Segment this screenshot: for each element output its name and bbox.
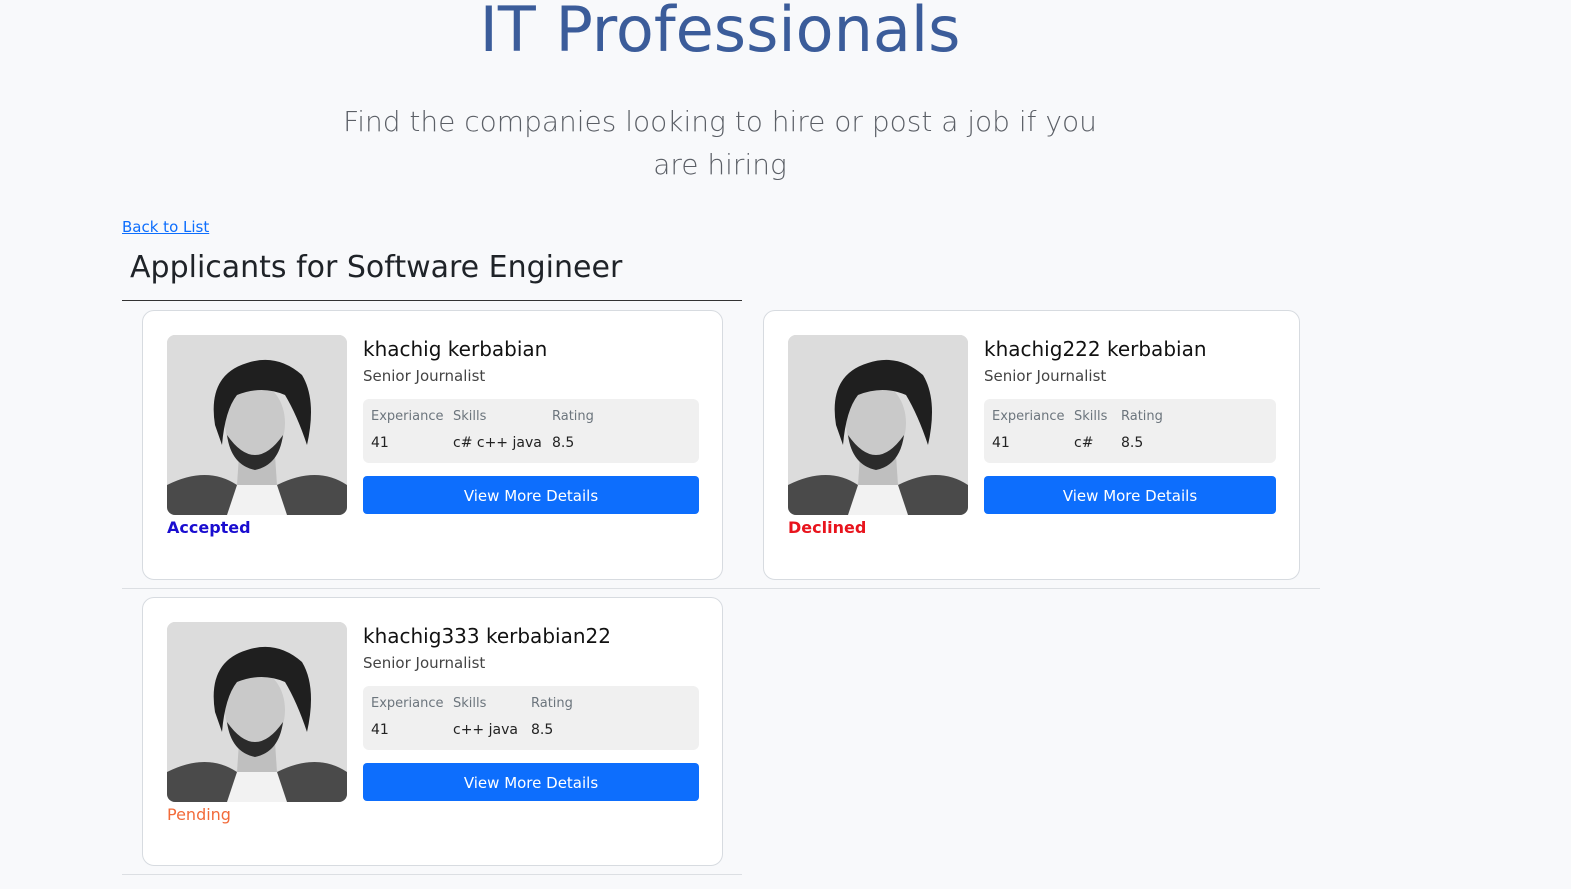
- applicant-photo: [167, 622, 347, 802]
- skills-value: c++ java: [453, 722, 518, 738]
- skills-label: Skills: [1074, 409, 1108, 424]
- status-text: Accepted: [167, 518, 251, 537]
- experience-label: Experiance: [992, 409, 1065, 424]
- applicant-role: Senior Journalist: [363, 654, 486, 672]
- skills-value: c#: [1074, 435, 1094, 451]
- applicant-stats: Experiance 41 Skills c# Rating 8.5: [984, 399, 1276, 463]
- status-text: Pending: [167, 805, 231, 824]
- status-text: Declined: [788, 518, 867, 537]
- applicant-role: Senior Journalist: [984, 367, 1107, 385]
- person-portrait-icon: [167, 335, 347, 515]
- applicant-card: Accepted khachig kerbabian Senior Journa…: [142, 310, 723, 580]
- applicant-stats: Experiance 41 Skills c# c++ java Rating …: [363, 399, 699, 463]
- applicant-name: khachig222 kerbabian: [984, 337, 1207, 361]
- experience-label: Experiance: [371, 409, 444, 424]
- status-badge: Pending: [167, 805, 231, 824]
- status-badge: Accepted: [167, 518, 251, 537]
- page-subtitle: Find the companies looking to hire or po…: [343, 105, 1097, 181]
- view-more-details-button[interactable]: View More Details: [363, 476, 699, 514]
- applicant-photo: [167, 335, 347, 515]
- rating-value: 8.5: [531, 722, 554, 738]
- applicant-name: khachig333 kerbabian22: [363, 624, 611, 648]
- applicant-role: Senior Journalist: [363, 367, 486, 385]
- rating-label: Rating: [531, 696, 573, 711]
- rating-label: Rating: [552, 409, 594, 424]
- experience-value: 41: [371, 722, 389, 738]
- status-badge: Declined: [788, 518, 866, 537]
- section-title: Applicants for Software Engineer: [130, 250, 623, 285]
- back-to-list-link[interactable]: Back to List: [122, 218, 209, 236]
- experience-value: 41: [992, 435, 1010, 451]
- applicant-stats: Experiance 41 Skills c++ java Rating 8.5: [363, 686, 699, 750]
- page-title: IT Professionals: [479, 0, 961, 66]
- rating-label: Rating: [1121, 409, 1163, 424]
- row-divider: [122, 588, 1320, 589]
- applicant-card: Pending khachig333 kerbabian22 Senior Jo…: [142, 597, 723, 866]
- applicant-name: khachig kerbabian: [363, 337, 548, 361]
- title-divider: [122, 300, 742, 301]
- rating-value: 8.5: [1121, 435, 1144, 451]
- view-more-details-button[interactable]: View More Details: [984, 476, 1276, 514]
- view-more-details-button[interactable]: View More Details: [363, 763, 699, 801]
- applicant-card: Declined khachig222 kerbabian Senior Jou…: [763, 310, 1300, 580]
- skills-label: Skills: [453, 409, 487, 424]
- applicant-photo: [788, 335, 968, 515]
- person-portrait-icon: [167, 622, 347, 802]
- row-divider: [122, 874, 742, 875]
- skills-label: Skills: [453, 696, 487, 711]
- experience-label: Experiance: [371, 696, 444, 711]
- experience-value: 41: [371, 435, 389, 451]
- skills-value: c# c++ java: [453, 435, 542, 451]
- rating-value: 8.5: [552, 435, 575, 451]
- person-portrait-icon: [788, 335, 968, 515]
